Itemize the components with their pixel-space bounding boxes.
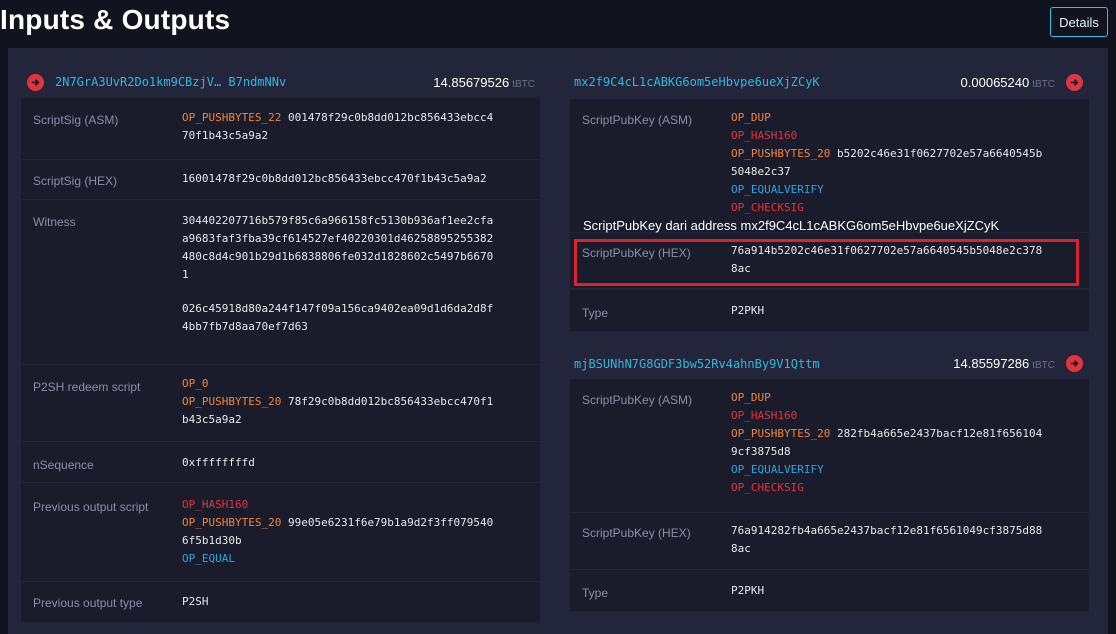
output-0-asm-value: OP_DUP OP_HASH160 OP_PUSHBYTES_20 b5202c… bbox=[731, 109, 1042, 217]
witness-value: 304402207716b579f85c6a966158fc5130b936af… bbox=[182, 212, 493, 284]
scriptsig-asm-value: OP_PUSHBYTES_22 001478f29c0b8dd012bc8564… bbox=[182, 109, 493, 145]
op-code: OP_PUSHBYTES_22 bbox=[182, 111, 282, 124]
witness-label: Witness bbox=[33, 215, 76, 229]
output-0-type-row: Type P2PKH bbox=[570, 290, 1089, 331]
op-code: OP_PUSHBYTES_20 bbox=[731, 427, 831, 440]
top-bar: Inputs & Outputs Details bbox=[0, 0, 1116, 46]
output-1-amount-unit: tBTC bbox=[1032, 360, 1055, 371]
witness-value-2: 026c45918d80a244f147f09a156ca9402ea09d1d… bbox=[182, 300, 493, 336]
output-1-type-value: P2PKH bbox=[731, 584, 765, 597]
details-button[interactable]: Details bbox=[1050, 7, 1108, 37]
output-1-hex-row: ScriptPubKey (HEX) 76a914282fb4a665e2437… bbox=[570, 513, 1089, 569]
prev-output-script-row: Previous output script OP_HASH160 OP_PUS… bbox=[21, 483, 540, 581]
op-code: OP_CHECKSIG bbox=[731, 201, 804, 214]
page-title: Inputs & Outputs bbox=[0, 4, 231, 35]
prev-output-script-label: Previous output script bbox=[33, 500, 149, 514]
output-0-amount-value: 0.00065240 bbox=[960, 75, 1030, 90]
scriptsig-hex-row: ScriptSig (HEX) 16001478f29c0b8dd012bc85… bbox=[21, 160, 540, 199]
p2sh-redeem-value: OP_0 OP_PUSHBYTES_20 78f29c0b8dd012bc856… bbox=[182, 375, 493, 429]
op-code: OP_EQUAL bbox=[182, 552, 235, 565]
output-1-asm-row: ScriptPubKey (ASM) OP_DUP OP_HASH160 OP_… bbox=[570, 379, 1089, 512]
op-code: OP_PUSHBYTES_20 bbox=[182, 516, 282, 529]
output-0-type-value: P2PKH bbox=[731, 304, 765, 317]
scriptsig-hex-label: ScriptSig (HEX) bbox=[33, 174, 118, 188]
op-code: OP_PUSHBYTES_20 bbox=[731, 147, 831, 160]
witness-line: a9683faf3fba39cf614527ef40220301d4625889… bbox=[182, 232, 494, 245]
arrow-right-icon[interactable] bbox=[27, 73, 44, 91]
hex-data: 70f1b43c5a9a2 bbox=[182, 129, 269, 142]
output-1-amount-value: 14.85597286 bbox=[953, 356, 1030, 371]
output-0-type-label: Type bbox=[582, 306, 609, 320]
witness-line: 480c8d4c901b29d1b6838806fe032d1828602c54… bbox=[182, 250, 494, 263]
output-1-type-row: Type P2PKH bbox=[570, 570, 1089, 611]
witness-line: 026c45918d80a244f147f09a156ca9402ea09d1d… bbox=[182, 302, 494, 315]
hex-data: 78f29c0b8dd012bc856433ebcc470f1 bbox=[287, 395, 494, 408]
hex-data: 9cf3875d8 bbox=[731, 445, 791, 458]
output-1-header: mjBSUNhN7G8GDF3bw52Rv4ahnBy9V1Qttm bbox=[574, 350, 820, 378]
nsequence-value: 0xffffffffd bbox=[182, 456, 255, 469]
arrow-right-icon[interactable] bbox=[1066, 74, 1083, 91]
witness-line: 4bb7fb7d8aa70ef7d63 bbox=[182, 320, 308, 333]
hex-data: b43c5a9a2 bbox=[182, 413, 242, 426]
hex-data: 001478f29c0b8dd012bc856433ebcc4 bbox=[287, 111, 494, 124]
nsequence-label: nSequence bbox=[33, 458, 94, 472]
output-0-address-link[interactable]: mx2f9C4cL1cABKG6om5eHbvpe6ueXjZCyK bbox=[574, 75, 820, 89]
hex-data: 76a914282fb4a665e2437bacf12e81f6561049cf… bbox=[731, 524, 1043, 537]
input-address-link[interactable]: 2N7GrA3UvR2Do1km9CBzjV… B7ndmNNv bbox=[55, 75, 286, 89]
p2sh-redeem-row: P2SH redeem script OP_0 OP_PUSHBYTES_20 … bbox=[21, 365, 540, 441]
input-amount-value: 14.85679526 bbox=[433, 75, 510, 90]
input-amount-unit: tBTC bbox=[512, 79, 535, 90]
output-0-header: mx2f9C4cL1cABKG6om5eHbvpe6ueXjZCyK bbox=[574, 68, 820, 96]
op-code: OP_HASH160 bbox=[731, 409, 798, 422]
p2sh-redeem-label: P2SH redeem script bbox=[33, 380, 141, 394]
nsequence-row: nSequence 0xffffffffd bbox=[21, 442, 540, 482]
hex-data: 8ac bbox=[731, 542, 751, 555]
output-1-address-link[interactable]: mjBSUNhN7G8GDF3bw52Rv4ahnBy9V1Qttm bbox=[574, 357, 820, 371]
input-amount: 14.85679526 tBTC bbox=[380, 75, 535, 90]
hex-data: 282fb4a665e2437bacf12e81f656104 bbox=[836, 427, 1043, 440]
output-0-amount: 0.00065240 tBTC bbox=[905, 75, 1055, 90]
hex-data: b5202c46e31f0627702e57a6640545b bbox=[836, 147, 1043, 160]
op-code: OP_HASH160 bbox=[182, 498, 249, 511]
op-code: OP_EQUALVERIFY bbox=[731, 183, 824, 196]
prev-output-type-row: Previous output type P2SH bbox=[21, 582, 540, 622]
output-0-asm-row: ScriptPubKey (ASM) OP_DUP OP_HASH160 OP_… bbox=[570, 99, 1089, 232]
op-code: OP_0 bbox=[182, 377, 209, 390]
prev-output-type-value: P2SH bbox=[182, 595, 209, 608]
output-0-amount-unit: tBTC bbox=[1032, 79, 1055, 90]
annotation-highlight-box bbox=[574, 239, 1079, 286]
witness-line: 1 bbox=[182, 268, 189, 281]
op-code: OP_EQUALVERIFY bbox=[731, 463, 824, 476]
op-code: OP_DUP bbox=[731, 391, 771, 404]
output-1-hex-value: 76a914282fb4a665e2437bacf12e81f6561049cf… bbox=[731, 522, 1042, 558]
input-header: 2N7GrA3UvR2Do1km9CBzjV… B7ndmNNv bbox=[27, 68, 286, 96]
prev-output-script-value: OP_HASH160 OP_PUSHBYTES_20 99e05e6231f6e… bbox=[182, 496, 493, 568]
scriptsig-asm-row: ScriptSig (ASM) OP_PUSHBYTES_22 001478f2… bbox=[21, 98, 540, 159]
scriptsig-hex-value: 16001478f29c0b8dd012bc856433ebcc470f1b43… bbox=[182, 172, 487, 185]
output-1-amount: 14.85597286 tBTC bbox=[905, 356, 1055, 371]
op-code: OP_DUP bbox=[731, 111, 771, 124]
output-1-type-label: Type bbox=[582, 586, 609, 600]
output-1-asm-label: ScriptPubKey (ASM) bbox=[582, 393, 693, 407]
output-1-asm-value: OP_DUP OP_HASH160 OP_PUSHBYTES_20 282fb4… bbox=[731, 389, 1042, 497]
hex-data: 6f5b1d30b bbox=[182, 534, 242, 547]
op-code: OP_HASH160 bbox=[731, 129, 798, 142]
output-1-hex-label: ScriptPubKey (HEX) bbox=[582, 526, 691, 540]
op-code: OP_CHECKSIG bbox=[731, 481, 804, 494]
output-0-asm-label: ScriptPubKey (ASM) bbox=[582, 113, 693, 127]
witness-row: Witness 304402207716b579f85c6a966158fc51… bbox=[21, 200, 540, 364]
op-code: OP_PUSHBYTES_20 bbox=[182, 395, 282, 408]
scriptsig-asm-label: ScriptSig (ASM) bbox=[33, 113, 119, 127]
prev-output-type-label: Previous output type bbox=[33, 596, 143, 610]
witness-line: 304402207716b579f85c6a966158fc5130b936af… bbox=[182, 214, 494, 227]
annotation-caption: ScriptPubKey dari address mx2f9C4cL1cABK… bbox=[583, 218, 1000, 233]
hex-data: 5048e2c37 bbox=[731, 165, 791, 178]
arrow-right-icon[interactable] bbox=[1066, 355, 1083, 372]
hex-data: 99e05e6231f6e79b1a9d2f3ff079540 bbox=[287, 516, 494, 529]
